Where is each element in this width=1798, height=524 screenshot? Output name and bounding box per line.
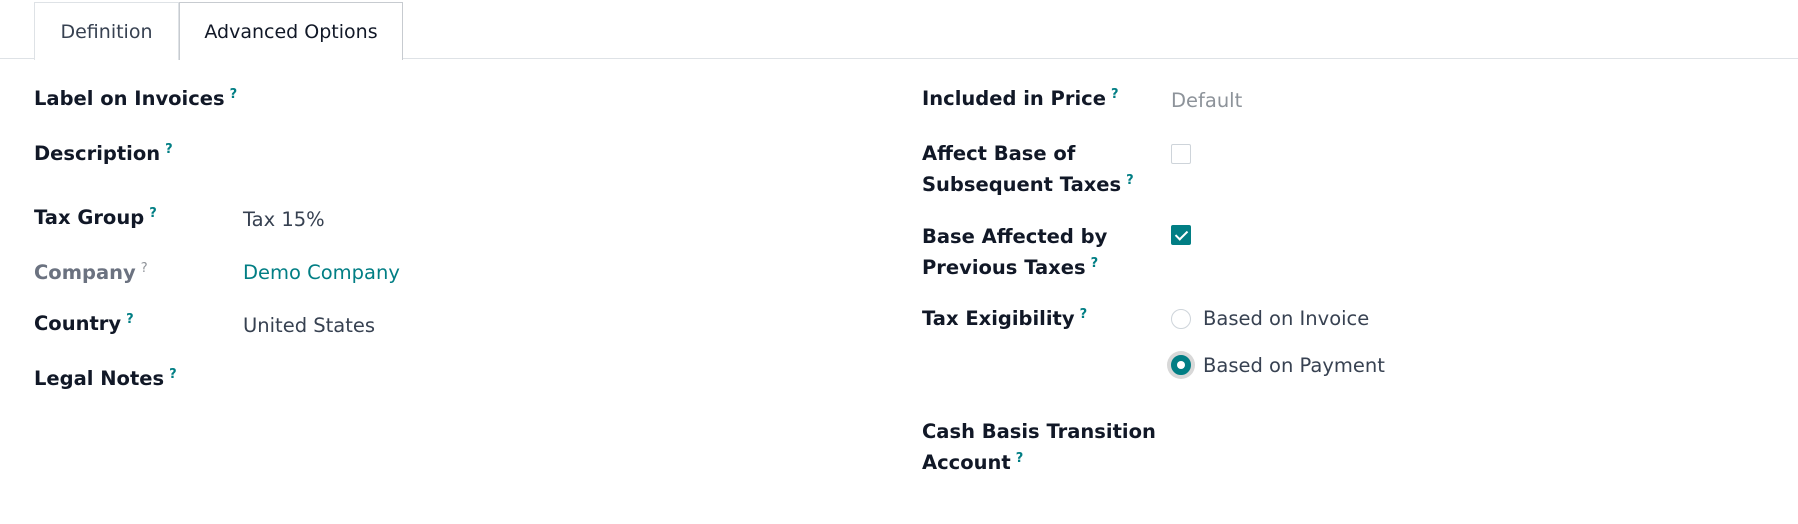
tax-exigibility-label: Tax Exigibility? [922,303,1087,334]
field-label-text: Tax Group [34,206,145,229]
help-tooltip-icon[interactable]: ? [1111,87,1119,102]
field-label-text: Country [34,312,122,335]
field-label-line: Base Affected by [922,225,1108,248]
help-tooltip-icon[interactable]: ? [1080,307,1088,322]
field-label-line: Subsequent Taxes [922,173,1122,196]
help-tooltip-icon[interactable]: ? [1126,173,1134,188]
field-label-text: Tax Exigibility [922,307,1075,330]
base-affected-checkbox[interactable] [1171,225,1191,245]
field-label-text: Label on Invoices [34,87,225,110]
help-tooltip-icon[interactable]: ? [230,87,238,102]
notebook-tabs: Definition Advanced Options [0,0,1798,60]
help-tooltip-icon[interactable]: ? [126,312,134,327]
affect-base-label: Affect Base of Subsequent Taxes? [922,138,1134,200]
help-tooltip-icon[interactable]: ? [149,206,157,221]
tax-group-value[interactable]: Tax 15% [243,204,325,235]
radio-label-based-on-payment[interactable]: Based on Payment [1203,350,1385,381]
cash-basis-account-label: Cash Basis Transition Account? [922,416,1156,478]
radio-based-on-invoice[interactable] [1171,309,1191,329]
tab-advanced-options[interactable]: Advanced Options [179,2,403,60]
label-on-invoices-label: Label on Invoices? [34,83,237,114]
help-tooltip-icon[interactable]: ? [1016,451,1024,466]
included-in-price-select[interactable]: Default [1171,85,1242,116]
field-label-text: Description [34,142,161,165]
help-tooltip-icon[interactable]: ? [1091,256,1099,271]
field-label-text: Included in Price [922,87,1106,110]
affect-base-checkbox[interactable] [1171,144,1191,164]
company-link[interactable]: Demo Company [243,257,400,288]
radio-based-on-payment[interactable] [1171,355,1191,375]
help-tooltip-icon[interactable]: ? [141,261,148,276]
tab-definition[interactable]: Definition [34,2,179,60]
legal-notes-label: Legal Notes? [34,363,177,394]
help-tooltip-icon[interactable]: ? [169,367,177,382]
radio-label-based-on-invoice[interactable]: Based on Invoice [1203,303,1369,334]
field-label-line: Previous Taxes [922,256,1086,279]
tax-group-label: Tax Group? [34,202,157,233]
help-tooltip-icon[interactable]: ? [165,142,173,157]
base-affected-label: Base Affected by Previous Taxes? [922,221,1107,283]
field-label-text: Legal Notes [34,367,165,390]
field-label-text: Company [34,261,136,284]
company-label: Company? [34,257,148,288]
country-label: Country? [34,308,134,339]
field-label-line: Affect Base of [922,142,1076,165]
description-label: Description? [34,138,173,169]
country-value[interactable]: United States [243,310,375,341]
field-label-line: Account [922,451,1011,474]
field-label-line: Cash Basis Transition [922,420,1156,443]
included-in-price-label: Included in Price? [922,83,1118,114]
